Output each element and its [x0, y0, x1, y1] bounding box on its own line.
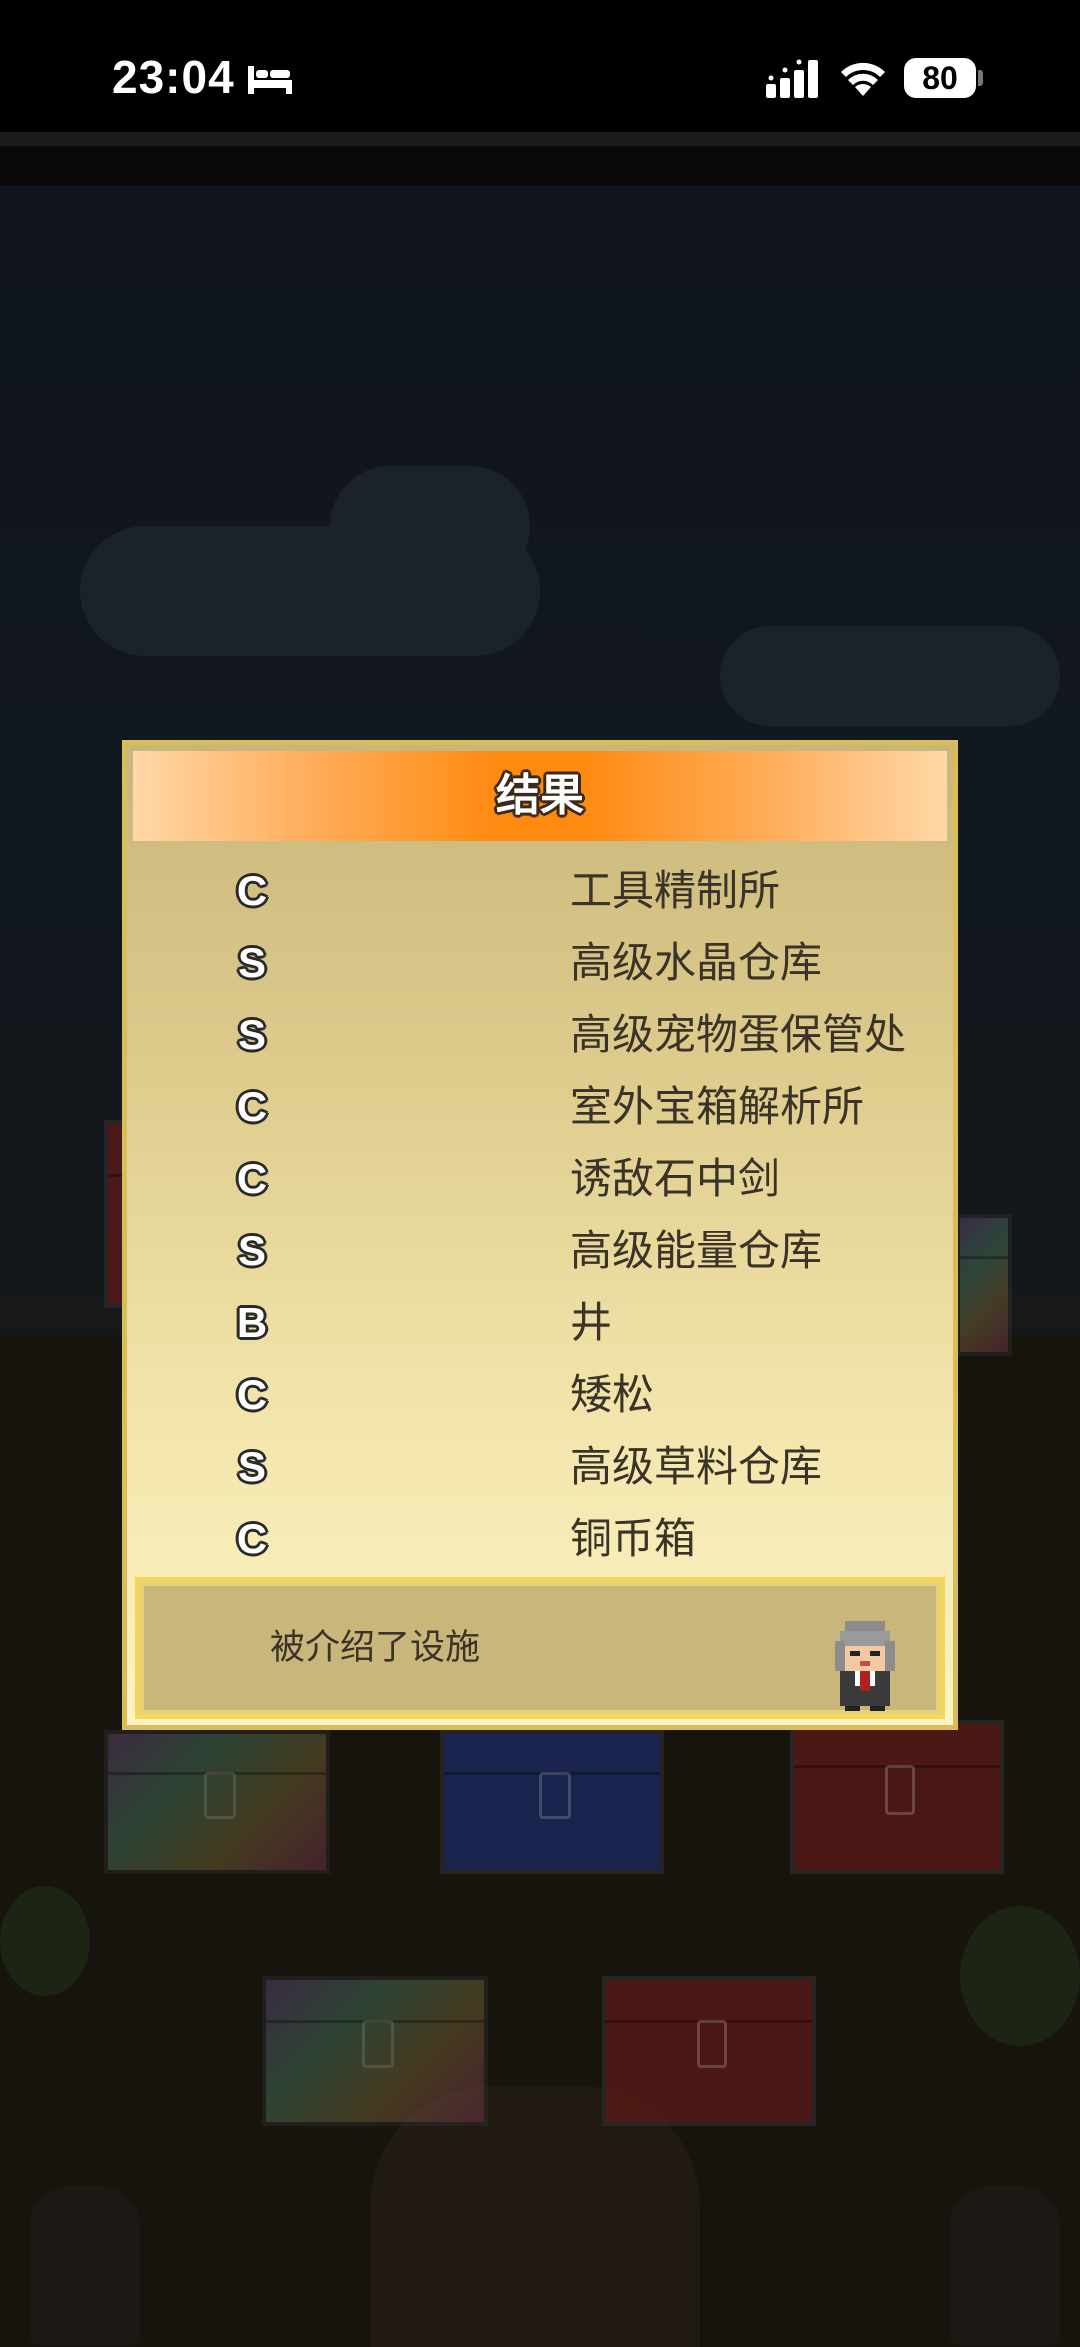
- facility-name: 铜币箱: [570, 1514, 697, 1563]
- rank-label: C: [236, 1155, 268, 1202]
- treasure-chest-rainbow[interactable]: [956, 1214, 1012, 1356]
- result-row: C 室外宝箱解析所: [127, 1071, 953, 1143]
- dialog-title: 结果: [496, 770, 584, 821]
- rank-label: C: [236, 1515, 268, 1562]
- result-row: B 井: [127, 1287, 953, 1359]
- cloud: [720, 626, 1060, 726]
- facility-name: 室外宝箱解析所: [570, 1082, 865, 1131]
- result-row: S 高级宠物蛋保管处: [127, 999, 953, 1071]
- npc-character[interactable]: [950, 2186, 1060, 2346]
- rank-label: B: [236, 1299, 268, 1346]
- facility-name: 工具精制所: [570, 866, 781, 915]
- treasure-chest-blue[interactable]: [440, 1730, 664, 1874]
- result-row: S 高级草料仓库: [127, 1431, 953, 1503]
- result-row: S 高级能量仓库: [127, 1215, 953, 1287]
- treasure-chest-red[interactable]: [602, 1976, 816, 2126]
- battery-cap: [978, 70, 983, 86]
- result-row: S 高级水晶仓库: [127, 927, 953, 999]
- facility-name: 高级草料仓库: [570, 1442, 823, 1491]
- status-bar: 23:04 80: [0, 0, 1080, 135]
- facility-name: 矮松: [570, 1370, 655, 1419]
- advisor-portrait-icon: [835, 1621, 895, 1711]
- rank-label: S: [237, 1227, 266, 1274]
- cloud: [330, 466, 530, 586]
- treasure-chest-rainbow[interactable]: [262, 1976, 488, 2126]
- rank-label: C: [236, 867, 268, 914]
- bush: [0, 1886, 90, 1996]
- rank-label: S: [237, 939, 266, 986]
- rank-label: S: [237, 1443, 266, 1490]
- npc-character[interactable]: [30, 2186, 140, 2346]
- results-list: C 工具精制所 S 高级水晶仓库 S 高级宠物蛋保管处 C 室外宝箱解析所 C …: [127, 855, 953, 1575]
- facility-name: 诱敌石中剑: [570, 1154, 781, 1203]
- rank-label: S: [237, 1011, 266, 1058]
- rank-label: C: [236, 1371, 268, 1418]
- facility-name: 高级宠物蛋保管处: [570, 1010, 907, 1059]
- message-text: 被介绍了设施: [269, 1628, 480, 1668]
- top-strip: [0, 132, 1080, 146]
- facility-name: 高级水晶仓库: [570, 938, 823, 987]
- message-box[interactable]: 被介绍了设施: [135, 1577, 945, 1719]
- status-time: 23:04: [112, 51, 235, 103]
- wifi-icon: [841, 62, 885, 96]
- treasure-chest-rainbow[interactable]: [104, 1730, 330, 1874]
- result-row: C 诱敌石中剑: [127, 1143, 953, 1215]
- rank-label: C: [236, 1083, 268, 1130]
- bush: [960, 1906, 1080, 2046]
- top-strip-dark: [0, 146, 1080, 186]
- bed-icon: [248, 66, 292, 94]
- results-dialog: 结果 C 工具精制所 S 高级水晶仓库 S 高级宠物蛋保管处 C 室外宝箱解析所…: [122, 740, 958, 1730]
- battery-icon: 80: [904, 58, 976, 98]
- signal-icon: [766, 59, 818, 98]
- facility-name: 井: [570, 1298, 613, 1347]
- treasure-chest-red[interactable]: [790, 1720, 1004, 1874]
- facility-name: 高级能量仓库: [570, 1226, 823, 1275]
- result-row: C 铜币箱: [127, 1503, 953, 1575]
- dialog-header: 结果: [133, 751, 947, 841]
- result-row: C 矮松: [127, 1359, 953, 1431]
- result-row: C 工具精制所: [127, 855, 953, 927]
